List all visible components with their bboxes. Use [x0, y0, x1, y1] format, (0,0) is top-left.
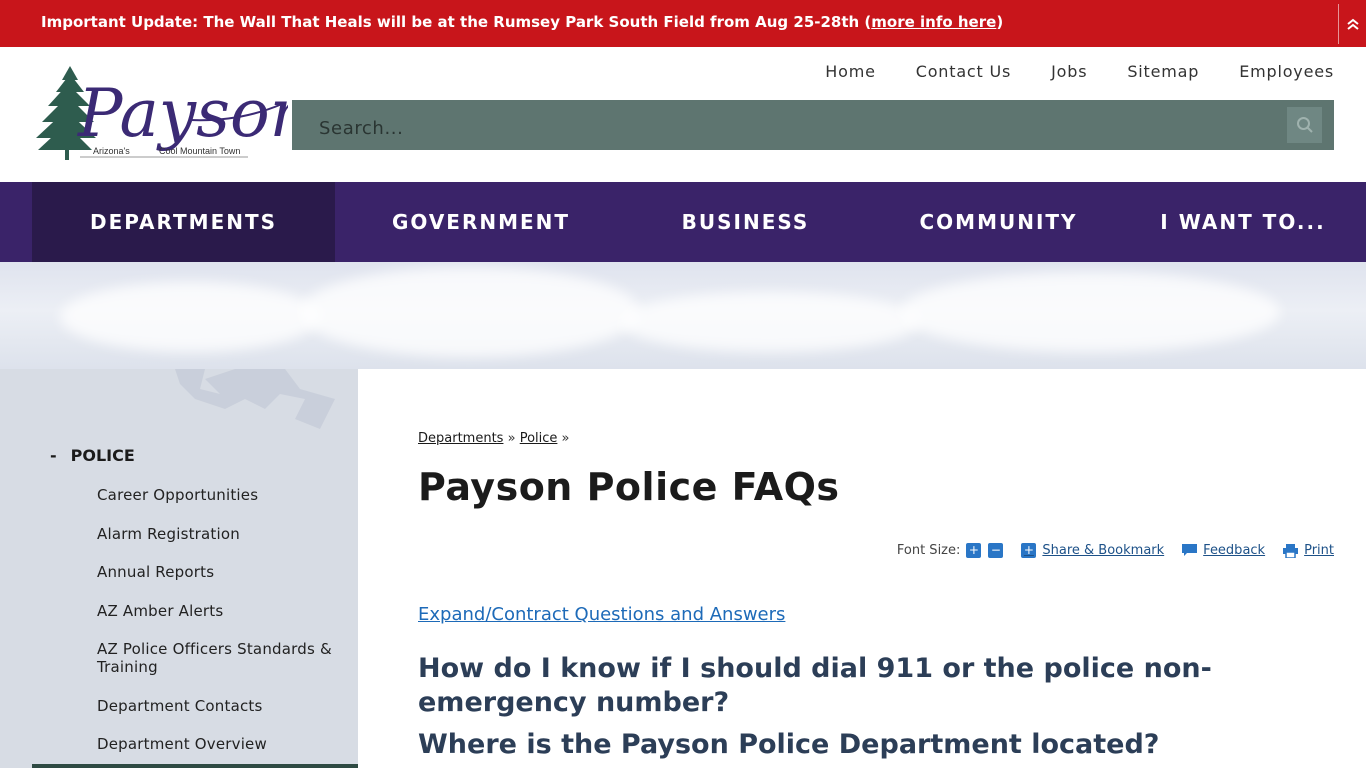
utility-link-contact-us[interactable]: Contact Us — [916, 62, 1011, 81]
breadcrumb-police[interactable]: Police — [520, 431, 558, 446]
print-link[interactable]: Print — [1283, 543, 1334, 558]
print-label: Print — [1304, 543, 1334, 558]
page-title: Payson Police FAQs — [418, 465, 840, 509]
alert-message: Important Update: The Wall That Heals wi… — [41, 13, 1003, 31]
main-content: Departments » Police » Payson Police FAQ… — [418, 369, 1334, 768]
alert-close-paren: ) — [996, 13, 1004, 31]
utility-link-jobs[interactable]: Jobs — [1051, 62, 1087, 81]
font-size-label: Font Size: — [896, 543, 961, 558]
nav-departments[interactable]: DEPARTMENTS — [32, 182, 335, 262]
breadcrumb: Departments » Police » — [418, 431, 570, 446]
sidebar-item-az-amber-alerts[interactable]: AZ Amber Alerts — [97, 602, 342, 620]
site-header: Payson Arizona's Cool Mountain Town Home… — [0, 47, 1366, 182]
decorative-shape — [175, 369, 335, 429]
font-decrease-button[interactable]: − — [988, 543, 1004, 558]
utility-link-sitemap[interactable]: Sitemap — [1127, 62, 1199, 81]
sidebar-nav: - POLICE Career Opportunities Alarm Regi… — [0, 369, 358, 768]
feedback-link[interactable]: Feedback — [1182, 543, 1265, 558]
site-logo[interactable]: Payson Arizona's Cool Mountain Town — [30, 64, 312, 166]
alert-collapse-button[interactable] — [1338, 4, 1366, 44]
speech-bubble-icon — [1182, 544, 1198, 556]
alert-text: Important Update: The Wall That Heals wi… — [41, 13, 872, 31]
sidebar-item-department-overview[interactable]: Department Overview — [97, 735, 342, 753]
utility-link-home[interactable]: Home — [825, 62, 875, 81]
sidebar-heading-police[interactable]: - POLICE — [50, 446, 135, 465]
logo-tagline-left: Arizona's — [93, 146, 130, 156]
hero-banner — [0, 262, 1366, 369]
faq-question[interactable]: Where is the Payson Police Department lo… — [418, 728, 1334, 762]
share-bookmark-label: Share & Bookmark — [1042, 543, 1165, 558]
share-plus-icon: + — [1021, 543, 1037, 558]
sidebar-heading-label: POLICE — [70, 446, 135, 465]
faq-question[interactable]: How do I know if I should dial 911 or th… — [418, 652, 1334, 720]
search-input[interactable] — [292, 100, 1282, 150]
utility-nav: Home Contact Us Jobs Sitemap Employees — [825, 62, 1334, 81]
breadcrumb-separator: » — [561, 431, 570, 446]
printer-icon — [1283, 543, 1299, 558]
nav-community[interactable]: COMMUNITY — [864, 182, 1133, 262]
breadcrumb-departments[interactable]: Departments — [418, 431, 503, 446]
nav-i-want-to[interactable]: I WANT TO... — [1133, 182, 1353, 262]
font-increase-button[interactable]: + — [966, 543, 982, 558]
pine-tree-logo-graphic: Payson Arizona's Cool Mountain Town — [36, 66, 312, 160]
expand-contract-link[interactable]: Expand/Contract Questions and Answers — [418, 604, 785, 625]
double-chevron-up-icon — [1346, 18, 1359, 30]
sidebar-item-az-post[interactable]: AZ Police Officers Standards & Training — [97, 640, 342, 676]
logo-tagline-right: Cool Mountain Town — [159, 146, 240, 156]
search-icon — [1296, 117, 1313, 133]
nav-government[interactable]: GOVERNMENT — [335, 182, 627, 262]
search-button[interactable] — [1287, 107, 1322, 143]
sidebar-item-annual-reports[interactable]: Annual Reports — [97, 563, 342, 581]
search-bar — [292, 100, 1334, 150]
sidebar-item-alarm-registration[interactable]: Alarm Registration — [97, 525, 342, 543]
breadcrumb-separator: » — [507, 431, 516, 446]
sidebar-collapse-toggle[interactable]: - — [50, 446, 57, 465]
utility-link-employees[interactable]: Employees — [1239, 62, 1334, 81]
page-tools: Font Size: + − + Share & Bookmark Feedba… — [897, 543, 1334, 558]
feedback-label: Feedback — [1203, 543, 1266, 558]
nav-business[interactable]: BUSINESS — [627, 182, 864, 262]
sidebar-item-career-opportunities[interactable]: Career Opportunities — [97, 486, 342, 504]
sidebar-active-indicator — [32, 764, 358, 768]
alert-bar: Important Update: The Wall That Heals wi… — [0, 0, 1366, 47]
sidebar-item-department-contacts[interactable]: Department Contacts — [97, 697, 342, 715]
main-nav: DEPARTMENTS GOVERNMENT BUSINESS COMMUNIT… — [0, 182, 1366, 262]
alert-more-info-link[interactable]: more info here — [871, 13, 996, 31]
share-bookmark-link[interactable]: + Share & Bookmark — [1021, 543, 1164, 558]
